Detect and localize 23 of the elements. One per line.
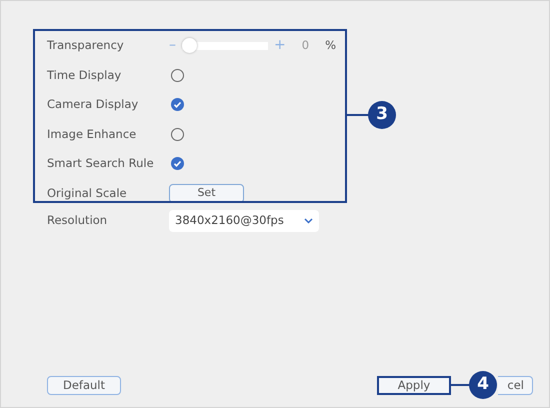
slider-value: 0 [302, 37, 310, 54]
leader-line [451, 384, 471, 386]
setting-label: Camera Display [47, 96, 140, 114]
dialog-button[interactable]: Apply [377, 376, 451, 395]
setting-label: Image Enhance [47, 126, 138, 143]
resolution-label: Resolution [47, 212, 108, 230]
set-button[interactable]: Set [169, 184, 244, 201]
slider-thumb[interactable] [182, 38, 197, 54]
unchecked-icon[interactable] [171, 68, 184, 82]
checked-icon[interactable] [171, 157, 184, 170]
setting-label: Time Display [47, 66, 122, 84]
dialog-button[interactable]: cel [498, 376, 533, 395]
unchecked-icon[interactable] [171, 128, 184, 141]
callout-badge: 3 [368, 101, 396, 129]
dialog-button[interactable]: Default [47, 376, 121, 395]
setting-label: Original Scale [47, 184, 128, 201]
unit-label: % [325, 37, 336, 54]
setting-label: Smart Search Rule [47, 155, 155, 172]
checked-icon[interactable] [171, 98, 184, 112]
callout-badge: 4 [469, 371, 497, 399]
setting-label: Transparency [47, 37, 125, 54]
chevron-icon [304, 218, 313, 224]
resolution-select[interactable]: 3840x2160@30fps [169, 210, 319, 232]
